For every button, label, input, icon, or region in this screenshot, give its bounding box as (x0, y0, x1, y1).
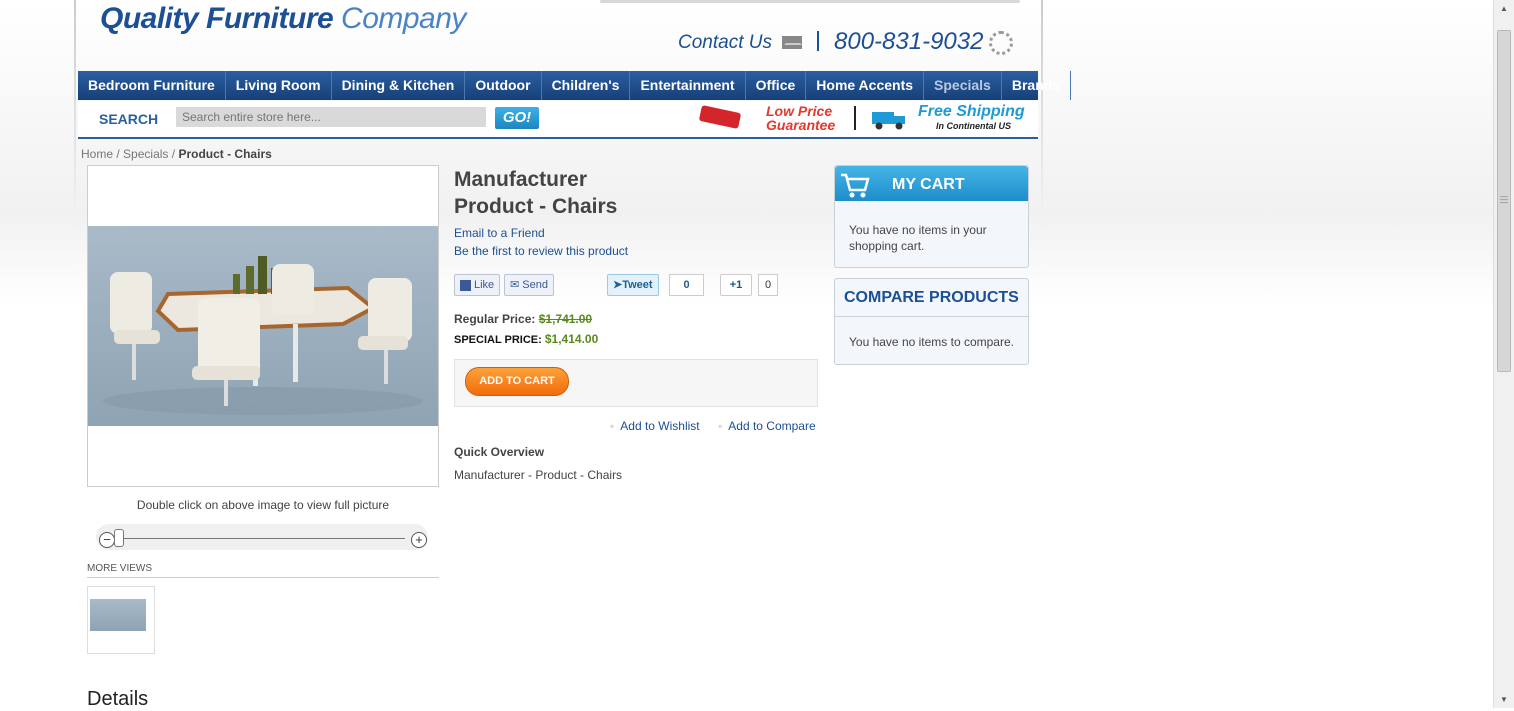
logo-sub-text: Company (341, 2, 466, 35)
compare-products-title: COMPARE PRODUCTS (844, 289, 1019, 306)
more-views-heading: MORE VIEWS (87, 563, 439, 578)
low-price-line1: Low Price (766, 103, 833, 119)
low-price-line2: Guarantee (766, 117, 836, 133)
site-logo[interactable]: Quality Furniture Company (100, 2, 466, 36)
logo-main-text: Quality Furniture (100, 2, 334, 35)
compare-products-header: COMPARE PRODUCTS (835, 279, 1028, 317)
quick-overview-text: Manufacturer - Product - Chairs (454, 468, 623, 482)
scroll-down-icon[interactable]: ▼ (1494, 691, 1514, 708)
page-wrapper: Quality Furniture Company Contact Us 800… (76, 0, 1072, 710)
thumbnail-picture (90, 599, 146, 631)
add-to-wishlist-link[interactable]: Add to Wishlist (610, 419, 699, 433)
plusone-count: 0 (758, 274, 778, 296)
tweet-count: 0 (669, 274, 704, 296)
compare-products-block: COMPARE PRODUCTS You have no items to co… (834, 278, 1029, 365)
email-friend-link[interactable]: Email to a Friend (454, 226, 545, 240)
search-label: SEARCH (99, 111, 159, 127)
promo-separator (854, 106, 856, 130)
breadcrumb: Home / Specials / Product - Chairs (81, 147, 272, 161)
my-cart-empty-text: You have no items in your shopping cart. (849, 223, 987, 253)
zoom-track[interactable] (115, 538, 405, 539)
facebook-like-button[interactable]: Like (454, 274, 501, 296)
my-cart-header[interactable]: MY CART (835, 166, 1028, 201)
regular-price: Regular Price: $1,741.00 (454, 312, 592, 326)
zoom-handle[interactable] (114, 529, 124, 547)
shopping-cart-icon (841, 173, 870, 198)
nav-item-specials[interactable]: Specials (924, 71, 1002, 100)
add-to-cart-box: ADD TO CART (454, 359, 818, 407)
nav-item-office[interactable]: Office (746, 71, 807, 100)
send-icon: ✉ (510, 279, 520, 291)
product-title-line2: Product - Chairs (454, 195, 618, 218)
facebook-icon (460, 279, 471, 291)
breadcrumb-home[interactable]: Home (81, 147, 113, 161)
twitter-icon: ➤ (613, 279, 623, 291)
continental-us-label: In Continental US (936, 121, 1011, 131)
zoom-out-icon[interactable]: − (99, 532, 115, 548)
product-image[interactable] (88, 226, 438, 426)
scrollbar-grip-icon: — — — (1500, 192, 1508, 207)
image-hint: Double click on above image to view full… (136, 498, 390, 512)
review-link[interactable]: Be the first to review this product (454, 244, 628, 258)
truck-icon (872, 112, 905, 130)
nav-item-entertainment[interactable]: Entertainment (630, 71, 746, 100)
vertical-scrollbar[interactable]: ▲ — — — ▼ (1493, 0, 1514, 708)
send-label: Send (522, 279, 548, 291)
product-title: Manufacturer Product - Chairs (454, 166, 774, 220)
facebook-send-button[interactable]: ✉ Send (504, 274, 554, 296)
my-cart-title: MY CART (892, 176, 965, 193)
special-price-value: $1,414.00 (544, 332, 599, 346)
phone-text: 800-831-9032 (834, 28, 984, 55)
loading-spinner-icon (989, 30, 1014, 55)
product-image-box[interactable] (87, 165, 439, 487)
nav-item-outdoor[interactable]: Outdoor (465, 71, 542, 100)
tweet-button[interactable]: ➤Tweet (607, 274, 659, 296)
product-title-line1: Manufacturer (454, 168, 588, 191)
my-cart-block: MY CART You have no items in your shoppi… (834, 165, 1029, 268)
main-navigation: Bedroom Furniture Living Room Dining & K… (78, 71, 1072, 100)
low-price-guarantee[interactable]: Low Price Guarantee (766, 104, 835, 132)
free-shipping-label[interactable]: Free Shipping (918, 104, 1025, 120)
like-label: Like (474, 279, 495, 291)
breadcrumb-specials[interactable]: Specials (123, 147, 168, 161)
search-input[interactable] (176, 107, 486, 127)
zoom-in-icon[interactable]: + (411, 532, 427, 548)
zoom-slider[interactable]: − + (96, 524, 428, 550)
compare-empty-text: You have no items to compare. (849, 335, 1014, 349)
scroll-up-icon[interactable]: ▲ (1494, 0, 1514, 17)
breadcrumb-separator: / (171, 147, 176, 161)
breadcrumb-current: Product - Chairs (178, 147, 272, 161)
tweet-label: Tweet (622, 279, 653, 291)
special-price: SPECIAL PRICE: $1,414.00 (454, 332, 598, 346)
quick-overview-title: Quick Overview (454, 445, 545, 459)
thumbnail-image[interactable] (87, 586, 155, 654)
nav-item-brands[interactable]: Brands (1002, 71, 1072, 100)
search-go-button[interactable]: GO! (495, 107, 539, 129)
nav-item-living-room[interactable]: Living Room (226, 71, 332, 100)
regular-price-label: Regular Price: (454, 312, 536, 326)
price-tag-icon (698, 105, 742, 129)
header-separator (817, 31, 819, 51)
google-plusone-button[interactable]: +1 (720, 274, 752, 296)
mail-icon (781, 36, 802, 50)
add-to-cart-button[interactable]: ADD TO CART (465, 367, 569, 396)
regular-price-value: $1,741.00 (538, 312, 593, 326)
breadcrumb-separator: / (116, 147, 120, 161)
nav-item-dining-kitchen[interactable]: Dining & Kitchen (332, 71, 466, 100)
dining-set-illustration (103, 256, 423, 415)
nav-item-childrens[interactable]: Children's (542, 71, 631, 100)
contact-us-link[interactable]: Contact Us (678, 32, 802, 54)
search-bar: SEARCH GO! Low Price Guarantee Free Ship… (78, 101, 1038, 139)
phone-number: 800-831-9032 (834, 28, 1014, 56)
contact-us-label: Contact Us (678, 32, 772, 53)
special-price-label: SPECIAL PRICE: (454, 334, 542, 346)
nav-item-home-accents[interactable]: Home Accents (806, 71, 925, 100)
add-to-compare-link[interactable]: Add to Compare (718, 419, 815, 433)
nav-item-bedroom-furniture[interactable]: Bedroom Furniture (78, 71, 226, 100)
header-top-line (600, 0, 1020, 3)
